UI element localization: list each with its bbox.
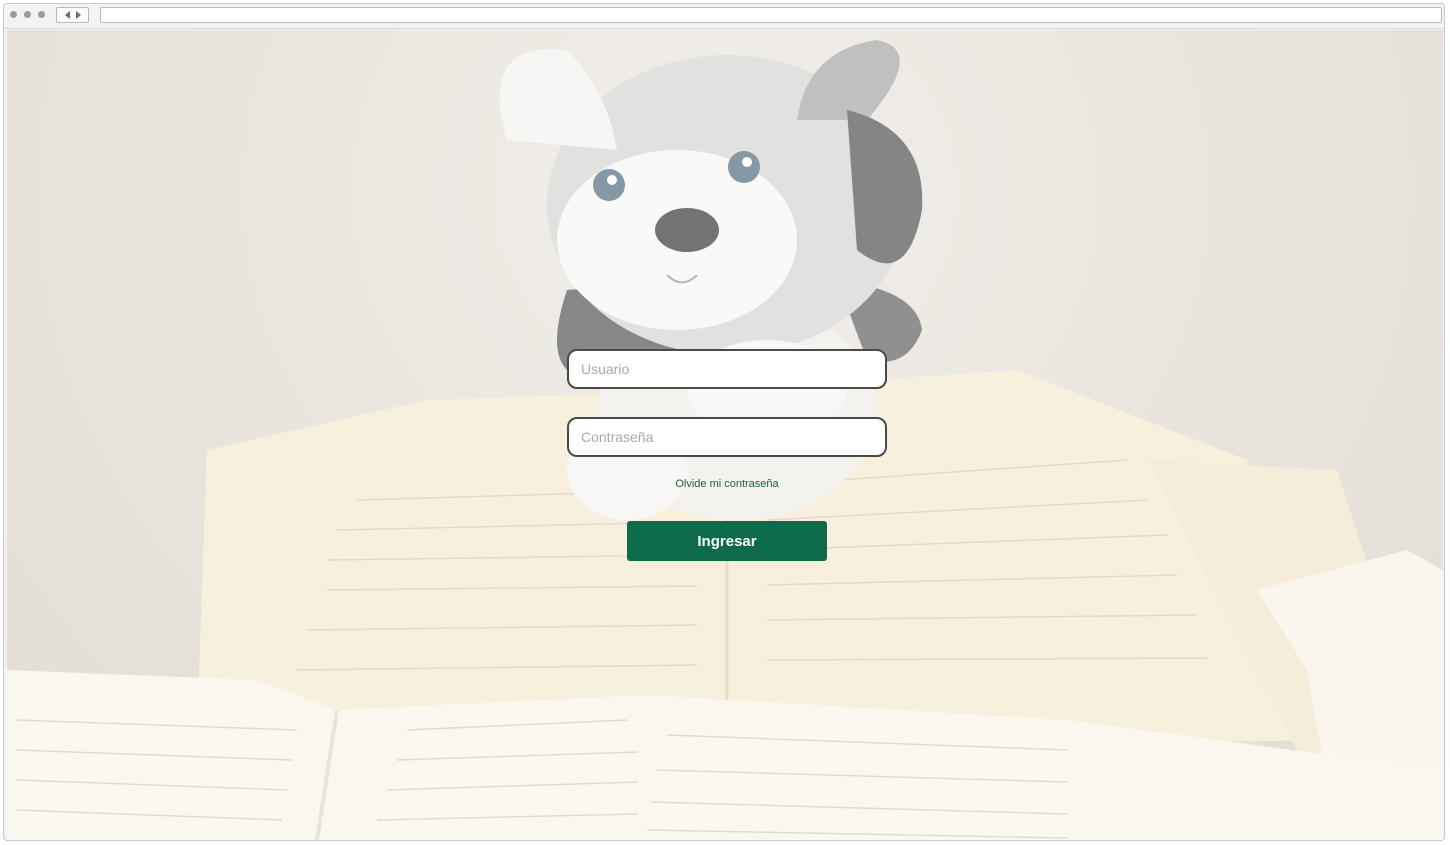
nav-buttons — [56, 7, 89, 23]
username-input[interactable] — [567, 349, 887, 389]
browser-window: Olvide mi contraseña Ingresar — [3, 3, 1445, 841]
window-control-dot[interactable] — [10, 11, 17, 18]
password-input[interactable] — [567, 417, 887, 457]
window-control-dot[interactable] — [38, 11, 45, 18]
forward-arrow-icon[interactable] — [76, 11, 81, 19]
forgot-password-link[interactable]: Olvide mi contraseña — [567, 478, 887, 490]
browser-toolbar — [4, 4, 1444, 29]
page-viewport: Olvide mi contraseña Ingresar — [7, 30, 1443, 840]
back-arrow-icon[interactable] — [65, 11, 70, 19]
login-button[interactable]: Ingresar — [627, 521, 827, 561]
window-control-dot[interactable] — [24, 11, 31, 18]
address-bar[interactable] — [100, 7, 1442, 23]
